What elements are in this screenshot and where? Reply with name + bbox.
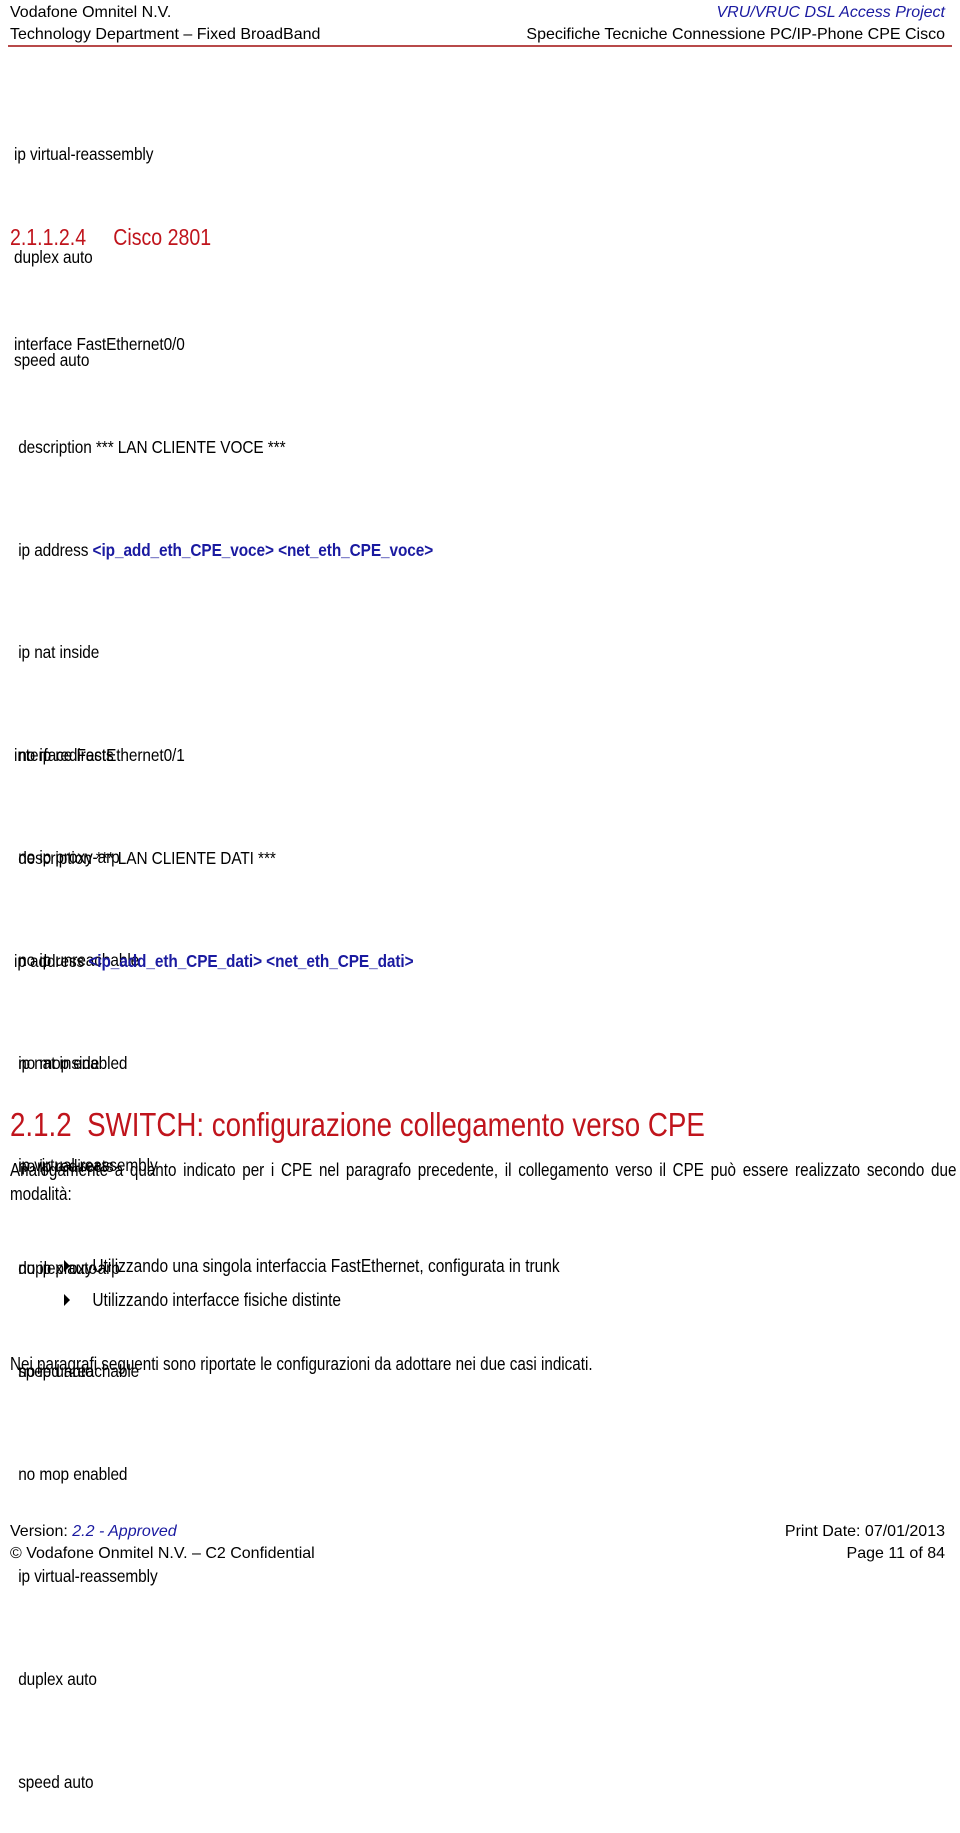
ip-placeholder: <ip_add_eth_CPE_voce> bbox=[92, 539, 274, 560]
code-line: ip virtual-reassembly bbox=[14, 144, 154, 165]
closing-paragraph: Nei paragrafi seguenti sono riportate le… bbox=[10, 1354, 593, 1374]
section-title: Cisco 2801 bbox=[113, 224, 212, 250]
code-line-ip-address: ip address <ip_add_eth_CPE_voce> <net_et… bbox=[14, 539, 434, 560]
bullet-list: Utilizzando una singola interfaccia Fast… bbox=[64, 1249, 560, 1317]
code-line: ip nat inside bbox=[14, 1053, 100, 1074]
code-line-description: description *** LAN CLIENTE VOCE *** bbox=[14, 437, 286, 458]
department-name: Technology Department – Fixed BroadBand bbox=[10, 26, 321, 43]
header-divider bbox=[8, 45, 952, 47]
page-header-right: VRU/VRUC DSL Access Project Specifiche T… bbox=[526, 2, 945, 46]
code-line-interface: interface FastEthernet0/1 bbox=[14, 745, 185, 766]
code-line: ip nat inside bbox=[14, 642, 100, 663]
page-footer-right: Print Date: 07/01/2013 Page 11 of 84 bbox=[785, 1521, 945, 1565]
code-line-ip-address: ip address <ip_add_eth_CPE_dati> <net_et… bbox=[14, 950, 414, 971]
code-line-interface: interface FastEthernet0/0 bbox=[14, 334, 185, 355]
copyright-line: © Vodafone Onmitel N.V. – C2 Confidentia… bbox=[10, 1545, 315, 1562]
page-number: Page 11 of 84 bbox=[846, 1545, 945, 1562]
code-line: no mop enabled bbox=[14, 1463, 128, 1484]
section-number: 2.1.1.2.4 bbox=[10, 224, 87, 250]
section-heading-switch: 2.1.2 SWITCH: configurazione collegament… bbox=[10, 1106, 705, 1144]
section-number: 2.1.2 bbox=[10, 1106, 72, 1143]
code-line-description: description *** LAN CLIENTE DATI *** bbox=[14, 848, 276, 869]
intro-paragraph: Analogamente a quanto indicato per i CPE… bbox=[10, 1160, 957, 1204]
code-line: duplex auto bbox=[14, 1668, 97, 1689]
print-date: Print Date: 07/01/2013 bbox=[784, 1523, 945, 1540]
page-footer-left: Version: 2.2 - Approved © Vodafone Onmit… bbox=[10, 1521, 315, 1565]
page-header-left: Vodafone Omnitel N.V. Technology Departm… bbox=[10, 2, 320, 46]
version-line: Version: 2.2 - Approved bbox=[10, 1523, 177, 1540]
code-line: speed auto bbox=[14, 1771, 94, 1792]
triangle-bullet-icon bbox=[64, 1294, 71, 1306]
company-name: Vodafone Omnitel N.V. bbox=[10, 4, 172, 21]
net-placeholder: <net_eth_CPE_voce> bbox=[278, 539, 434, 560]
bullet-item: Utilizzando una singola interfaccia Fast… bbox=[64, 1249, 560, 1283]
section-heading-cisco-2801: 2.1.1.2.4 Cisco 2801 bbox=[10, 224, 211, 251]
project-name: VRU/VRUC DSL Access Project bbox=[716, 4, 945, 21]
triangle-bullet-icon bbox=[64, 1260, 71, 1272]
section-title: SWITCH: configurazione collegamento vers… bbox=[87, 1106, 705, 1143]
bullet-item: Utilizzando interfacce fisiche distinte bbox=[64, 1283, 560, 1317]
ip-placeholder: <ip_add_eth_CPE_dati> bbox=[88, 950, 262, 971]
document-title: Specifiche Tecniche Connessione PC/IP-Ph… bbox=[526, 26, 945, 43]
version-value: 2.2 - Approved bbox=[72, 1523, 177, 1540]
net-placeholder: <net_eth_CPE_dati> bbox=[266, 950, 414, 971]
